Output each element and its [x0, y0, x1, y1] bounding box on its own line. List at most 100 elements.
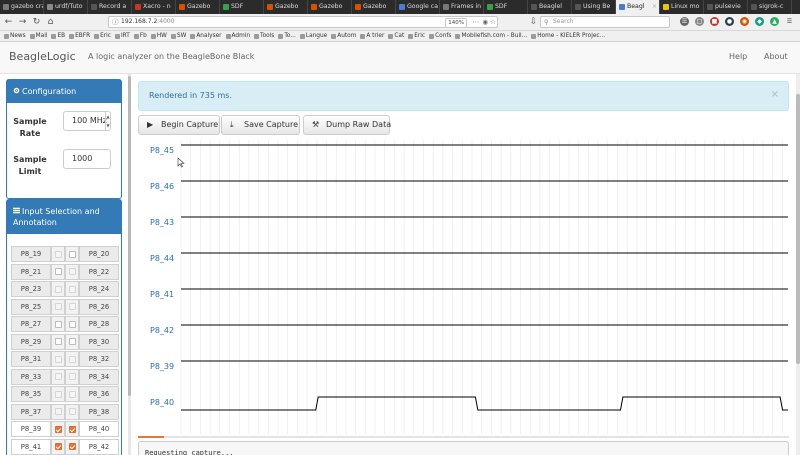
browser-tab[interactable]: Using Be [572, 0, 616, 14]
pin-checkbox[interactable] [54, 268, 62, 275]
pin-checkbox[interactable] [54, 320, 62, 328]
sidebar-icon[interactable]: □ [695, 17, 704, 26]
browser-tab[interactable]: Gazebo [176, 0, 220, 14]
browser-tab[interactable]: Frames in t [440, 0, 484, 14]
pin-label-right[interactable]: P8_28 [79, 316, 119, 332]
browser-tab[interactable]: Record a [88, 0, 132, 14]
sample-limit-input[interactable]: 1000 [63, 149, 111, 169]
pin-label-right[interactable]: P8_26 [79, 298, 119, 315]
bookmark-item[interactable]: To... [278, 33, 296, 39]
bookmark-item[interactable]: Fb [133, 33, 147, 39]
pin-label-right[interactable]: P8_20 [79, 246, 119, 262]
browser-tab[interactable]: gazebo cra [0, 0, 44, 14]
pin-label-left[interactable]: P8_27 [11, 316, 51, 332]
pin-label-left[interactable]: P8_37 [11, 403, 51, 420]
pin-checkbox[interactable] [68, 250, 76, 258]
bookmark-item[interactable]: Mobilefish.com - Buil... [455, 33, 527, 39]
url-bar[interactable]: ⓘ 192.168.7.2:4000 140% ⋯ ◉ ☆ [108, 16, 498, 28]
bookmark-item[interactable]: EBFR [69, 33, 90, 39]
pocket-icon[interactable]: ◉ [482, 17, 488, 27]
rss-icon[interactable]: ◉ [740, 17, 749, 26]
bookmark-item[interactable]: Admin [225, 33, 250, 39]
pin-label-left[interactable]: P8_35 [11, 386, 51, 402]
extension-3-icon[interactable]: ▲ [770, 17, 779, 26]
downloads-icon[interactable]: ⇩ [528, 17, 539, 28]
pin-checkbox[interactable] [54, 425, 62, 433]
bookmark-item[interactable]: Eric [94, 33, 111, 39]
pin-label-right[interactable]: P8_40 [79, 421, 119, 437]
save-capture-button[interactable]: ⤓ Save Capture [221, 115, 300, 135]
browser-tab[interactable]: Linux mo [660, 0, 704, 14]
page-scrollbar-thumb[interactable] [796, 94, 800, 364]
bookmark-item[interactable]: A trier [360, 33, 384, 39]
pin-label-right[interactable]: P8_22 [79, 263, 119, 280]
pin-checkbox[interactable] [54, 443, 62, 450]
bookmark-item[interactable]: SW [170, 33, 186, 39]
sample-rate-select[interactable]: 100 MHz ▲ ▼ [63, 111, 111, 131]
pin-label-left[interactable]: P8_19 [11, 246, 51, 262]
pin-label-right[interactable]: P8_36 [79, 386, 119, 402]
pin-label-left[interactable]: P8_23 [11, 281, 51, 297]
zoom-level[interactable]: 140% [445, 18, 467, 28]
home-icon[interactable]: ⌂ [45, 17, 56, 28]
pin-label-left[interactable]: P8_33 [11, 368, 51, 385]
browser-tab[interactable]: Beagl × [616, 0, 660, 14]
browser-tab[interactable]: pulsevie [704, 0, 748, 14]
pin-label-right[interactable]: P8_38 [79, 403, 119, 420]
browser-tab[interactable]: Beaglel [528, 0, 572, 14]
info-icon[interactable]: ⓘ [112, 17, 119, 27]
pin-label-right[interactable]: P8_42 [79, 438, 119, 455]
nav-about-link[interactable]: About [764, 52, 788, 61]
bookmark-star-icon[interactable]: ☆ [490, 17, 496, 27]
dump-raw-data-button[interactable]: ⚒ Dump Raw Data [303, 115, 391, 135]
adblock-icon[interactable]: ■ [710, 17, 719, 26]
menu-icon[interactable]: ☰ [785, 17, 794, 26]
browser-tab[interactable]: urdf/Tuto [44, 0, 88, 14]
bookmark-item[interactable]: News [4, 33, 26, 39]
pin-label-right[interactable]: P8_32 [79, 351, 119, 367]
bookmark-item[interactable]: Mail [29, 33, 47, 39]
library-icon[interactable]: ☰ [680, 17, 689, 26]
pin-label-right[interactable]: P8_34 [79, 368, 119, 385]
bookmark-item[interactable]: Tools [254, 33, 274, 39]
browser-tab[interactable]: SDF [484, 0, 528, 14]
page-actions-icon[interactable]: ⋯ [473, 17, 480, 27]
browser-tab[interactable]: SDF [220, 0, 264, 14]
bookmark-item[interactable]: Langue [299, 33, 327, 39]
browser-tab[interactable]: sigrok-c [748, 0, 792, 14]
begin-capture-button[interactable]: ▶ Begin Capture [138, 115, 220, 135]
brand-logo[interactable]: BeagleLogic [9, 50, 76, 63]
alert-close-icon[interactable]: × [771, 89, 779, 100]
browser-tab[interactable]: Gazebo [308, 0, 352, 14]
pin-label-left[interactable]: P8_29 [11, 333, 51, 350]
extension-2-icon[interactable]: ◆ [755, 17, 764, 26]
bookmark-item[interactable]: Analyser [190, 33, 222, 39]
pin-checkbox[interactable] [68, 425, 76, 433]
bookmark-item[interactable]: Eric [408, 33, 425, 39]
bookmark-item[interactable]: Home - KIELER Projec... [531, 33, 605, 39]
nav-help-link[interactable]: Help [729, 52, 747, 61]
pin-checkbox[interactable] [68, 443, 76, 450]
pin-checkbox[interactable] [68, 338, 76, 345]
pin-label-right[interactable]: P8_30 [79, 333, 119, 350]
bookmark-item[interactable]: Confs [429, 33, 451, 39]
pin-label-left[interactable]: P8_25 [11, 298, 51, 315]
bookmark-item[interactable]: EB [51, 33, 65, 39]
back-icon[interactable]: ← [3, 17, 14, 28]
forward-icon[interactable]: → [17, 17, 28, 28]
bookmark-item[interactable]: HW [150, 33, 167, 39]
pin-label-left[interactable]: P8_39 [11, 421, 51, 437]
extension-icon[interactable]: ● [725, 17, 734, 26]
browser-tab[interactable]: Xacro - n [132, 0, 176, 14]
pin-label-left[interactable]: P8_31 [11, 351, 51, 367]
browser-tab[interactable]: Google ca [396, 0, 440, 14]
pin-checkbox[interactable] [68, 320, 76, 328]
pin-checkbox[interactable] [54, 338, 62, 345]
search-input[interactable]: ⚲ Search [540, 16, 670, 28]
bookmark-item[interactable]: Autom [331, 33, 356, 39]
pin-label-left[interactable]: P8_41 [11, 438, 51, 455]
bookmark-item[interactable]: Cat [388, 33, 404, 39]
tab-close-icon[interactable]: × [652, 0, 657, 14]
logic-waveform-plot[interactable]: P8_45 P8_46 P8_43 P8_44 P8_41 P8_42 P8_39 P8_40 [131, 140, 791, 434]
reload-icon[interactable]: ↻ [31, 17, 42, 28]
